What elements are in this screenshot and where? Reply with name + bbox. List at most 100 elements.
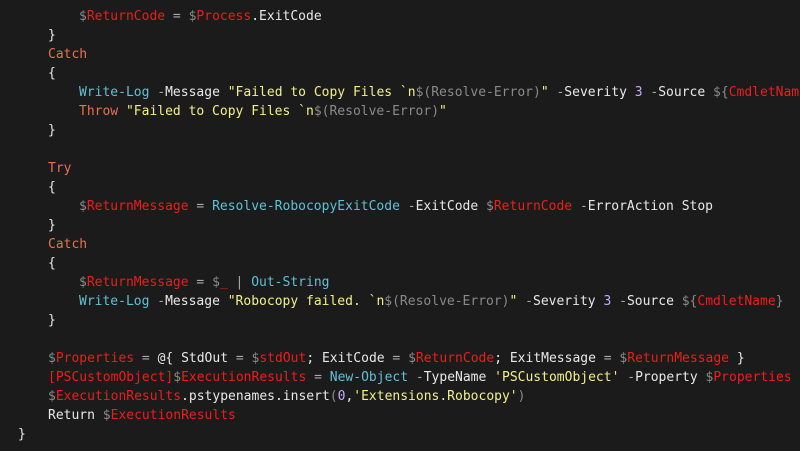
- code-token: $: [384, 294, 393, 309]
- code-token: Message: [165, 294, 228, 309]
- code-token: }: [775, 294, 784, 309]
- code-line: {: [48, 178, 56, 197]
- code-token: 3: [634, 85, 643, 100]
- code-line: $ExecutionResults.pstypenames.insert(0,'…: [48, 387, 525, 406]
- code-token: _: [219, 275, 228, 290]
- code-token: @{ StdOut: [157, 351, 236, 366]
- code-line: Try: [48, 159, 71, 178]
- code-token: -: [517, 294, 533, 309]
- code-line: }: [18, 425, 26, 444]
- code-token: [PSCustomObject]: [48, 370, 174, 385]
- code-token: -: [548, 85, 565, 100]
- code-token: =: [188, 199, 213, 214]
- code-token: TypeName: [423, 370, 495, 385]
- code-token: ; ExitMessage: [494, 351, 604, 366]
- code-token: Out-String: [251, 275, 330, 290]
- code-token: -: [408, 370, 424, 385]
- code-token: Severity: [533, 294, 604, 309]
- code-token: Resolve-RobocopyExitCode: [212, 199, 400, 214]
- code-token: }: [729, 351, 745, 366]
- code-token: "Failed to Copy Files `n: [227, 85, 416, 100]
- code-token: "Robocopy failed. `n: [227, 294, 385, 309]
- code-token: $: [102, 408, 111, 423]
- code-line: Catch: [48, 235, 87, 254]
- code-line: {: [48, 64, 56, 83]
- code-token: ExecutionResults: [181, 370, 307, 385]
- code-token: New-Object: [329, 370, 409, 385]
- code-token: $: [79, 199, 87, 214]
- code-token: $: [212, 275, 220, 290]
- code-token: ReturnMessage: [86, 199, 189, 214]
- code-token: $: [48, 351, 56, 366]
- code-token: ${: [681, 294, 698, 309]
- code-token: ExecutionResults: [55, 389, 182, 404]
- code-token: $: [79, 275, 87, 290]
- code-token: Process: [196, 9, 252, 24]
- code-token: (Resolve-Error): [321, 104, 440, 119]
- code-token: -: [399, 199, 416, 214]
- code-token: (Resolve-Error): [392, 294, 510, 309]
- code-line: $ReturnMessage = Resolve-RobocopyExitCod…: [79, 197, 713, 216]
- code-token: =: [165, 9, 189, 24]
- code-token: ): [517, 389, 526, 404]
- code-token: Properties: [55, 351, 135, 366]
- code-token: 'Extensions.Robocopy': [353, 389, 518, 404]
- code-token: $: [408, 351, 416, 366]
- code-token: $: [313, 104, 322, 119]
- code-token: ErrorAction Stop: [587, 199, 714, 214]
- code-token: }: [18, 427, 26, 442]
- code-token: ExitCode: [415, 199, 487, 214]
- code-token: Write-Log: [79, 294, 150, 309]
- code-token: Try: [48, 161, 72, 176]
- code-token: =: [392, 351, 409, 366]
- code-token: .pstypenames.insert: [181, 389, 330, 404]
- code-token: -: [619, 370, 636, 385]
- code-token: Catch: [48, 237, 88, 252]
- code-token: Catch: [48, 47, 88, 62]
- code-token: Return: [48, 408, 103, 423]
- code-line: $ReturnCode = $Process.ExitCode: [79, 7, 322, 26]
- code-token: ReturnCode: [493, 199, 573, 214]
- code-token: {: [48, 256, 56, 271]
- code-line: $ReturnMessage = $_ | Out-String: [79, 273, 329, 292]
- code-token: ReturnCode: [86, 9, 166, 24]
- code-token: ": [540, 85, 549, 100]
- code-line: }: [48, 121, 56, 140]
- code-token: CmdletName: [697, 294, 776, 309]
- code-token: $: [48, 389, 56, 404]
- code-token: ReturnMessage: [627, 351, 729, 366]
- code-token: }: [48, 123, 56, 138]
- code-token: ; ExitCode: [306, 351, 393, 366]
- code-token: =: [235, 351, 252, 366]
- code-token: Throw: [79, 104, 126, 119]
- code-token: }: [48, 218, 56, 233]
- code-token: =: [134, 351, 158, 366]
- code-token: ": [439, 104, 447, 119]
- code-token: {: [48, 180, 56, 195]
- code-line: Return $ExecutionResults: [48, 406, 236, 425]
- code-token: {: [48, 66, 56, 81]
- code-line: Write-Log -Message "Failed to Copy Files…: [79, 83, 800, 102]
- code-token: }: [48, 28, 56, 43]
- code-line: [PSCustomObject]$ExecutionResults = New-…: [48, 368, 792, 387]
- code-line: Throw "Failed to Copy Files `n$(Resolve-…: [79, 102, 447, 121]
- code-token: "Failed to Copy Files `n: [125, 104, 314, 119]
- code-token: -: [642, 85, 659, 100]
- code-line: }: [48, 216, 56, 235]
- code-token: -: [149, 294, 166, 309]
- code-token: CmdletName: [728, 85, 800, 100]
- code-line: }: [48, 311, 56, 330]
- code-editor[interactable]: $ReturnCode = $Process.ExitCode} Catch { Wr…: [0, 0, 800, 451]
- code-token: Properties: [713, 370, 792, 385]
- code-token: Severity: [564, 85, 635, 100]
- code-token: 'PSCustomObject': [494, 370, 620, 385]
- code-token: -: [611, 294, 627, 309]
- code-token: Message: [165, 85, 228, 100]
- code-token: Source: [658, 85, 714, 100]
- code-line: Write-Log -Message "Robocopy failed. `n$…: [79, 292, 784, 311]
- code-token: =: [603, 351, 620, 366]
- code-token: -: [572, 199, 588, 214]
- code-token: (Resolve-Error): [423, 85, 541, 100]
- code-token: (: [329, 389, 338, 404]
- code-token: stdOut: [259, 351, 307, 366]
